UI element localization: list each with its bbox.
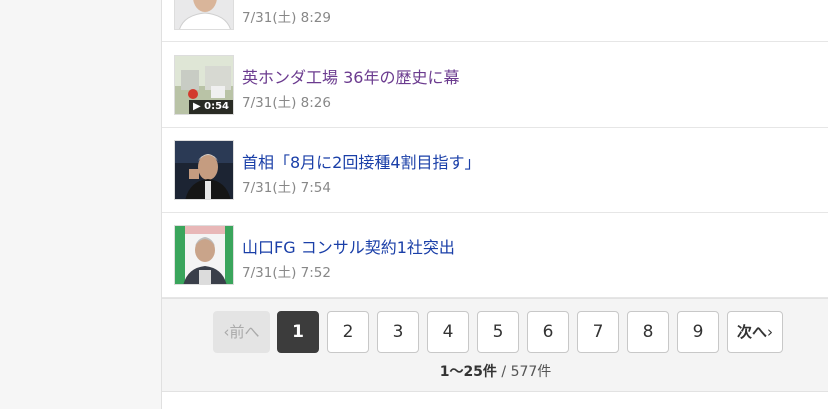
news-item[interactable]: 山口FG コンサル契約1社突出 7/31(土) 7:52 xyxy=(162,213,828,298)
result-range: 1〜25件 xyxy=(439,364,497,380)
result-separator: / xyxy=(496,364,511,380)
result-count: 1〜25件 / 577件 xyxy=(162,361,828,381)
left-gutter xyxy=(0,0,161,409)
result-total: 577件 xyxy=(510,364,552,380)
news-date: 7/31(土) 7:54 xyxy=(242,180,331,196)
next-page-button[interactable]: 次へ› xyxy=(727,311,783,353)
news-thumbnail[interactable] xyxy=(174,225,234,285)
news-item[interactable]: ▶ 0:54 英ホンダ工場 36年の歴史に幕 7/31(土) 8:26 xyxy=(162,43,828,128)
prev-page-label: 前へ xyxy=(229,323,260,341)
page-8-button[interactable]: 8 xyxy=(627,311,669,353)
news-date: 7/31(土) 8:26 xyxy=(242,95,331,111)
main-content: 7/31(土) 8:29 ▶ 0:54 英ホンダ工場 36年の歴史に幕 7/31… xyxy=(161,0,828,409)
news-thumbnail[interactable]: ▶ 0:54 xyxy=(174,55,234,115)
pagination: ‹前へ 1 2 3 4 5 6 7 8 9 次へ› 1〜25件 / 577件 xyxy=(162,298,828,392)
page-4-button[interactable]: 4 xyxy=(427,311,469,353)
news-thumbnail[interactable] xyxy=(174,0,234,30)
news-date: 7/31(土) 7:52 xyxy=(242,265,331,281)
prev-page-button: ‹前へ xyxy=(213,311,270,353)
news-title-link[interactable]: 英ホンダ工場 36年の歴史に幕 xyxy=(242,64,459,88)
next-page-label: 次へ xyxy=(736,323,767,341)
chevron-right-icon: › xyxy=(767,323,773,341)
page-3-button[interactable]: 3 xyxy=(377,311,419,353)
page-6-button[interactable]: 6 xyxy=(527,311,569,353)
page-5-button[interactable]: 5 xyxy=(477,311,519,353)
video-duration-badge: ▶ 0:54 xyxy=(188,100,233,114)
news-item[interactable]: 7/31(土) 8:29 xyxy=(162,0,828,42)
news-title-link[interactable]: 山口FG コンサル契約1社突出 xyxy=(242,234,455,258)
news-date: 7/31(土) 8:29 xyxy=(242,10,331,26)
news-item[interactable]: 首相「8月に2回接種4割目指す」 7/31(土) 7:54 xyxy=(162,128,828,213)
news-thumbnail[interactable] xyxy=(174,140,234,200)
news-title-link[interactable]: 首相「8月に2回接種4割目指す」 xyxy=(242,149,481,173)
page-2-button[interactable]: 2 xyxy=(327,311,369,353)
page-1-button[interactable]: 1 xyxy=(277,311,319,353)
page-7-button[interactable]: 7 xyxy=(577,311,619,353)
page-9-button[interactable]: 9 xyxy=(677,311,719,353)
